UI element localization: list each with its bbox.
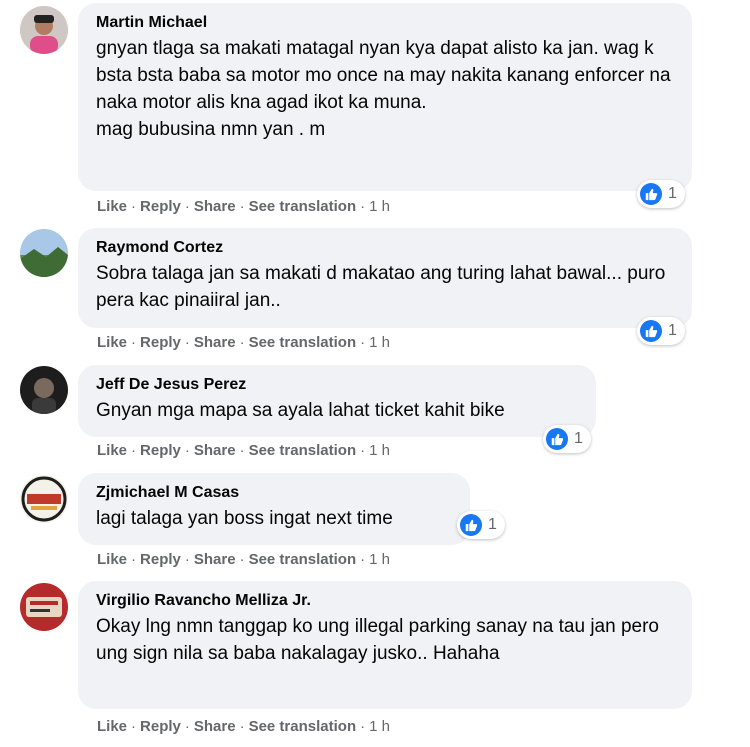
separator: · — [360, 334, 366, 351]
comment-timestamp[interactable]: 1 h — [369, 551, 390, 568]
see-translation-link[interactable]: See translation — [249, 718, 357, 735]
comment-author[interactable]: Martin Michael — [96, 13, 678, 33]
separator: · — [239, 334, 245, 351]
like-link[interactable]: Like — [97, 334, 127, 351]
comment-timestamp[interactable]: 1 h — [369, 198, 390, 215]
reply-link[interactable]: Reply — [140, 198, 181, 215]
separator: · — [239, 551, 245, 568]
comment-actions: Like · Reply · Share · See translation · 1 h — [97, 441, 390, 461]
comment-actions: Like · Reply · Share · See translation · 1 h — [97, 197, 390, 217]
reaction-count-badge[interactable]: 1 — [457, 511, 505, 539]
avatar[interactable] — [20, 6, 68, 54]
separator: · — [360, 551, 366, 568]
avatar[interactable] — [20, 475, 68, 523]
reaction-count-badge[interactable]: 1 — [543, 425, 591, 453]
comment-timestamp[interactable]: 1 h — [369, 442, 390, 459]
comment-bubble: Jeff De Jesus Perez Gnyan mga mapa sa ay… — [78, 365, 596, 437]
like-reaction-icon — [460, 514, 482, 536]
reaction-count: 1 — [574, 430, 583, 447]
like-link[interactable]: Like — [97, 551, 127, 568]
separator: · — [360, 198, 366, 215]
comment-bubble: Raymond Cortez Sobra talaga jan sa makat… — [78, 228, 692, 328]
separator: · — [131, 334, 137, 351]
share-link[interactable]: Share — [194, 718, 236, 735]
comment-bubble: Virgilio Ravancho Melliza Jr. Okay lng n… — [78, 581, 692, 709]
comment-text: Gnyan mga mapa sa ayala lahat ticket kah… — [96, 400, 505, 421]
avatar[interactable] — [20, 229, 68, 277]
see-translation-link[interactable]: See translation — [249, 334, 357, 351]
separator: · — [184, 551, 190, 568]
separator: · — [184, 442, 190, 459]
separator: · — [131, 442, 137, 459]
reaction-count-badge[interactable]: 1 — [637, 317, 685, 345]
separator: · — [131, 198, 137, 215]
comment-author[interactable]: Raymond Cortez — [96, 238, 678, 258]
like-reaction-icon — [640, 320, 662, 342]
comment-text: gnyan tlaga sa makati matagal nyan kya d… — [96, 38, 671, 140]
comment-text: Okay lng nmn tanggap ko ung illegal park… — [96, 616, 659, 664]
like-reaction-icon — [546, 428, 568, 450]
avatar[interactable] — [20, 583, 68, 631]
like-link[interactable]: Like — [97, 442, 127, 459]
reply-link[interactable]: Reply — [140, 334, 181, 351]
like-link[interactable]: Like — [97, 198, 127, 215]
share-link[interactable]: Share — [194, 442, 236, 459]
share-link[interactable]: Share — [194, 198, 236, 215]
comment-actions: Like · Reply · Share · See translation · 1 h — [97, 333, 390, 353]
comment-author[interactable]: Jeff De Jesus Perez — [96, 375, 582, 395]
separator: · — [239, 198, 245, 215]
reply-link[interactable]: Reply — [140, 442, 181, 459]
separator: · — [184, 334, 190, 351]
comment-author[interactable]: Virgilio Ravancho Melliza Jr. — [96, 591, 678, 611]
share-link[interactable]: Share — [194, 551, 236, 568]
reaction-count-badge[interactable]: 1 — [637, 180, 685, 208]
comment-author[interactable]: Zjmichael M Casas — [96, 483, 456, 503]
comment-actions: Like · Reply · Share · See translation · 1 h — [97, 550, 390, 570]
see-translation-link[interactable]: See translation — [249, 198, 357, 215]
separator: · — [131, 551, 137, 568]
share-link[interactable]: Share — [194, 334, 236, 351]
comment-actions: Like · Reply · Share · See translation · 1 h — [97, 717, 390, 737]
comment-timestamp[interactable]: 1 h — [369, 718, 390, 735]
separator: · — [239, 442, 245, 459]
reaction-count: 1 — [668, 322, 677, 339]
see-translation-link[interactable]: See translation — [249, 551, 357, 568]
like-reaction-icon — [640, 183, 662, 205]
reply-link[interactable]: Reply — [140, 718, 181, 735]
comment-text: lagi talaga yan boss ingat next time — [96, 508, 393, 529]
separator: · — [360, 442, 366, 459]
comment-bubble: Zjmichael M Casas lagi talaga yan boss i… — [78, 473, 470, 545]
separator: · — [360, 718, 366, 735]
reaction-count: 1 — [668, 185, 677, 202]
reply-link[interactable]: Reply — [140, 551, 181, 568]
comment-bubble: Martin Michael gnyan tlaga sa makati mat… — [78, 3, 692, 191]
comment-timestamp[interactable]: 1 h — [369, 334, 390, 351]
avatar[interactable] — [20, 366, 68, 414]
separator: · — [184, 198, 190, 215]
see-translation-link[interactable]: See translation — [249, 442, 357, 459]
comment-text: Sobra talaga jan sa makati d makatao ang… — [96, 263, 666, 311]
separator: · — [131, 718, 137, 735]
separator: · — [184, 718, 190, 735]
separator: · — [239, 718, 245, 735]
reaction-count: 1 — [488, 516, 497, 533]
like-link[interactable]: Like — [97, 718, 127, 735]
